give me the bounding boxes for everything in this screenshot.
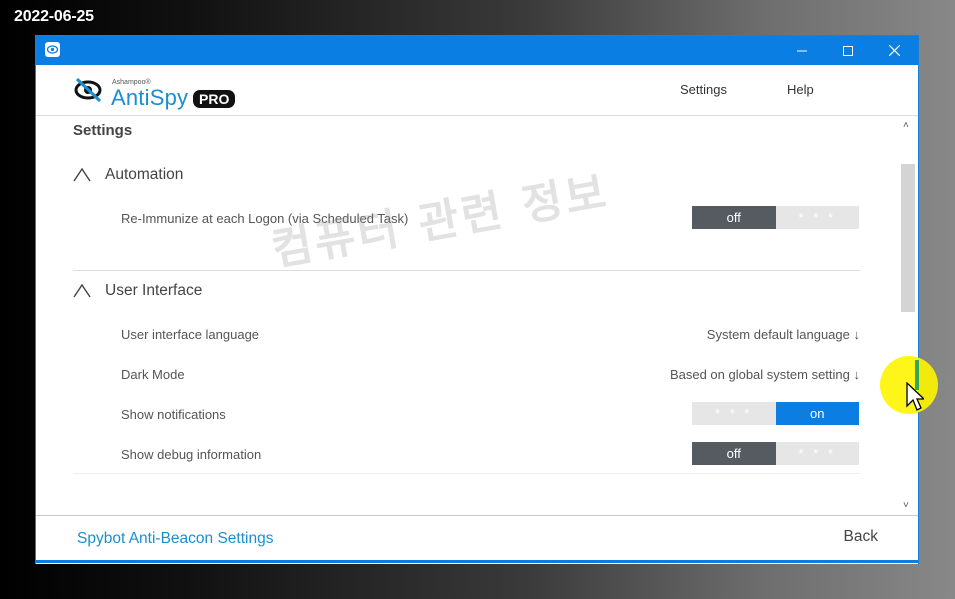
dark-mode-label: Dark Mode [121,367,185,382]
spybot-settings-link[interactable]: Spybot Anti-Beacon Settings [77,530,273,548]
minimize-icon [797,50,807,51]
section-title: User Interface [105,282,203,299]
app-window: Ashampoo® AntiSpy PRO Settings Help Sett… [35,35,919,564]
section-automation-header[interactable]: Automation [73,166,183,184]
footer-bar: Spybot Anti-Beacon Settings Back [36,515,918,564]
nav-help-link[interactable]: Help [787,82,814,97]
vertical-scrollbar[interactable]: ˄ ˅ [900,116,916,515]
show-notifications-label: Show notifications [121,407,226,422]
collapse-caret-icon [73,168,91,182]
toggle-on-segment[interactable]: on [775,402,859,425]
section-title: Automation [105,166,184,183]
close-button[interactable] [871,36,917,65]
date-stamp: 2022-06-25 [14,8,94,25]
ui-language-dropdown[interactable]: System default language ↓ [707,327,860,342]
reimmunize-toggle[interactable]: off * * * [692,206,859,229]
section-user-interface-header[interactable]: User Interface [73,282,202,300]
app-header: Ashampoo® AntiSpy PRO Settings Help [36,65,918,116]
toggle-off-segment[interactable]: off [692,206,776,229]
scroll-up-arrow-icon[interactable]: ˄ [903,120,909,131]
nav-settings-link[interactable]: Settings [680,82,727,97]
page-title: Settings [73,122,133,139]
close-icon [888,45,900,56]
toggle-off-segment[interactable]: * * * [692,402,776,425]
minimize-button[interactable] [779,36,825,65]
toggle-on-segment[interactable]: * * * [775,206,859,229]
title-bar[interactable] [36,36,918,65]
show-notifications-toggle[interactable]: * * * on [692,402,859,425]
brand-pro-badge: PRO [193,90,236,108]
antispy-logo-icon [74,77,102,103]
brand-name: AntiSpy [111,85,189,110]
settings-content: Settings Automation Re-Immunize at each … [36,116,918,515]
scroll-down-arrow-icon[interactable]: ˅ [903,500,909,511]
maximize-button[interactable] [825,36,871,65]
app-eye-icon [45,42,60,57]
mouse-pointer-icon [906,382,924,411]
back-button[interactable]: Back [844,528,878,546]
show-debug-toggle[interactable]: off * * * [692,442,859,465]
collapse-caret-icon [73,284,91,298]
scroll-thumb[interactable] [901,164,915,312]
show-debug-label: Show debug information [121,447,262,462]
row-divider [73,473,860,474]
toggle-off-segment[interactable]: off [692,442,776,465]
toggle-on-segment[interactable]: * * * [775,442,859,465]
dark-mode-dropdown[interactable]: Based on global system setting ↓ [670,367,860,382]
maximize-icon [843,45,853,56]
window-bottom-border [36,560,918,563]
section-divider [73,270,860,271]
ui-language-label: User interface language [121,327,260,342]
